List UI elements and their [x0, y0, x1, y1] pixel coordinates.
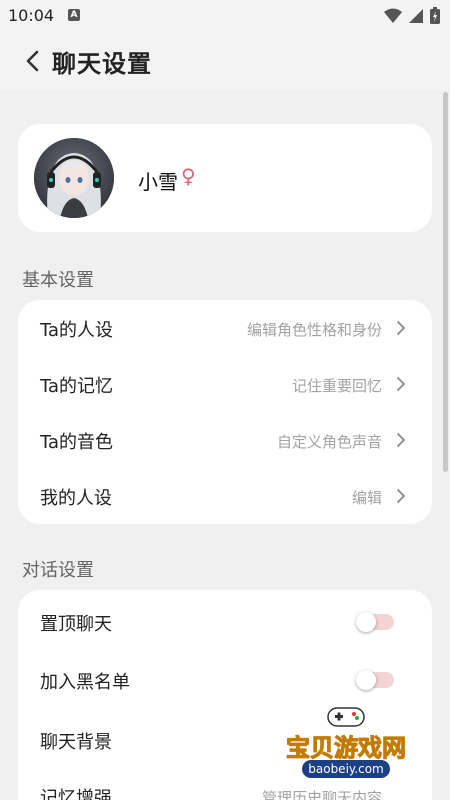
chevron-right-icon [397, 377, 405, 391]
toggle-knob [356, 670, 376, 690]
watermark-url: baobeiy.com [302, 760, 390, 778]
row-label: 记忆增强 [40, 788, 112, 800]
female-icon: ♀ [181, 164, 196, 188]
section-title-dialog: 对话设置 [22, 560, 94, 581]
status-icons [384, 7, 440, 24]
wifi-icon [384, 8, 402, 23]
watermark-text: 宝贝游戏网 [286, 734, 407, 763]
row-value: 编辑 [351, 489, 382, 507]
row-label: Ta的记忆 [40, 376, 114, 397]
row-label: 加入黑名单 [40, 672, 130, 693]
row-label: 我的人设 [40, 488, 112, 509]
setting-row-my-persona[interactable]: 我的人设 编辑 [18, 468, 432, 524]
setting-row-pin-chat: 置顶聊天 [18, 594, 432, 650]
row-value: 记住重要回忆 [291, 377, 382, 395]
gamepad-icon [327, 707, 365, 727]
avatar-image [34, 138, 114, 218]
setting-row-blacklist: 加入黑名单 [18, 652, 432, 708]
row-value: 编辑角色性格和身份 [246, 321, 382, 339]
signal-icon [409, 8, 423, 23]
watermark-logo: 宝贝游戏网 baobeiy.com [272, 707, 420, 788]
back-button[interactable] [18, 47, 46, 75]
basic-settings-card: Ta的人设 编辑角色性格和身份 Ta的记忆 记住重要回忆 Ta的音色 自定义角色… [18, 300, 432, 524]
notification-a-icon: A [68, 9, 80, 21]
status-bar: 10:04 A [0, 0, 450, 32]
scrollbar[interactable] [443, 92, 448, 472]
header: 聊天设置 [0, 32, 450, 90]
battery-icon [430, 7, 440, 24]
avatar[interactable] [34, 138, 114, 218]
chevron-right-icon [397, 433, 405, 447]
row-value: 自定义角色声音 [276, 433, 382, 451]
status-time: 10:04 [8, 6, 55, 25]
chevron-right-icon [397, 321, 405, 335]
pin-chat-toggle[interactable] [356, 612, 394, 632]
row-label: 聊天背景 [40, 732, 112, 753]
chevron-left-icon [26, 50, 39, 72]
section-title-basic: 基本设置 [22, 270, 94, 291]
row-label: 置顶聊天 [40, 614, 112, 635]
toggle-knob [356, 612, 376, 632]
profile-name: 小雪 [138, 170, 178, 194]
setting-row-ta-voice[interactable]: Ta的音色 自定义角色声音 [18, 412, 432, 468]
blacklist-toggle[interactable] [356, 670, 394, 690]
setting-row-ta-persona[interactable]: Ta的人设 编辑角色性格和身份 [18, 300, 432, 356]
profile-card[interactable]: 小雪 ♀ [18, 124, 432, 232]
row-label: Ta的人设 [40, 320, 114, 341]
row-value: 管理历史聊天内容 [261, 789, 382, 800]
page-title: 聊天设置 [52, 50, 152, 78]
row-label: Ta的音色 [40, 432, 114, 453]
setting-row-ta-memory[interactable]: Ta的记忆 记住重要回忆 [18, 356, 432, 412]
chevron-right-icon [397, 489, 405, 503]
